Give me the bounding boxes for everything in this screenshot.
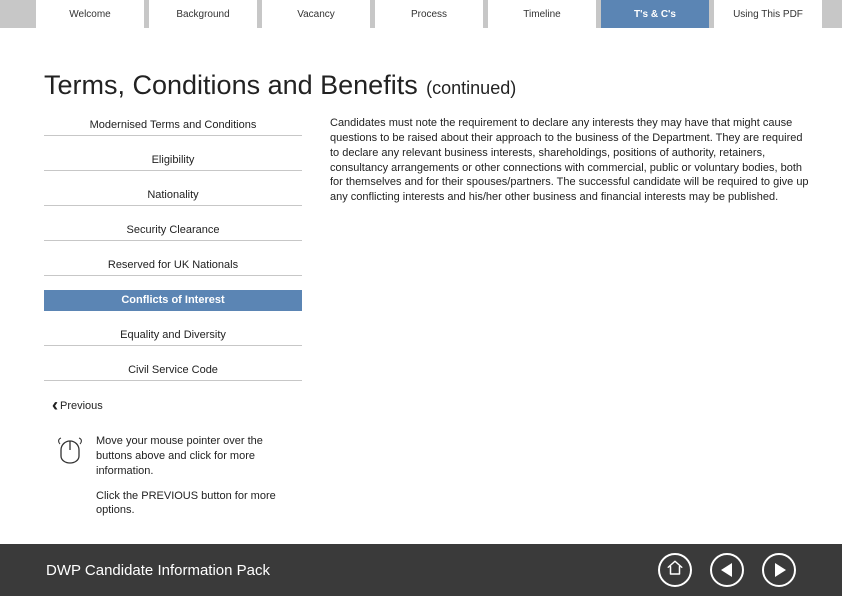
page-title-suffix: (continued) <box>426 78 516 98</box>
sidebar-item-label: Nationality <box>147 189 198 201</box>
content-row: Modernised Terms and Conditions Eligibil… <box>44 115 812 518</box>
tab-using-this-pdf[interactable]: Using This PDF <box>714 0 822 28</box>
footer-bar: DWP Candidate Information Pack <box>0 544 842 596</box>
sidebar-item-label: Reserved for UK Nationals <box>108 259 238 271</box>
sidebar-item-label: Security Clearance <box>127 224 220 236</box>
previous-button[interactable]: ‹‹ Previous <box>52 395 302 416</box>
sidebar-item-nationality[interactable]: Nationality <box>44 185 302 206</box>
tab-label: Welcome <box>69 9 111 20</box>
sidebar-item-equality-diversity[interactable]: Equality and Diversity <box>44 325 302 346</box>
previous-label: Previous <box>60 400 103 412</box>
tab-process[interactable]: Process <box>375 0 483 28</box>
sidebar-item-eligibility[interactable]: Eligibility <box>44 150 302 171</box>
sidebar-item-conflicts-of-interest[interactable]: Conflicts of Interest <box>44 290 302 311</box>
footer-title: DWP Candidate Information Pack <box>46 562 270 579</box>
prev-page-button[interactable] <box>710 553 744 587</box>
tab-label: Background <box>176 9 229 20</box>
sidebar-item-modernised-terms[interactable]: Modernised Terms and Conditions <box>44 115 302 136</box>
next-page-button[interactable] <box>762 553 796 587</box>
mouse-pointer-icon <box>58 436 82 469</box>
sidebar-item-label: Eligibility <box>152 154 195 166</box>
arrow-right-icon <box>775 563 786 577</box>
tab-label: T's & C's <box>634 9 676 20</box>
sidebar-item-label: Modernised Terms and Conditions <box>90 119 257 131</box>
sidebar-item-label: Conflicts of Interest <box>121 294 224 306</box>
tab-label: Process <box>411 9 447 20</box>
tab-background[interactable]: Background <box>149 0 257 28</box>
page-title: Terms, Conditions and Benefits <box>44 70 418 100</box>
tab-label: Vacancy <box>297 9 335 20</box>
hint-text: Move your mouse pointer over the buttons… <box>96 434 288 518</box>
sidebar-item-reserved-uk-nationals[interactable]: Reserved for UK Nationals <box>44 255 302 276</box>
sidebar-item-civil-service-code[interactable]: Civil Service Code <box>44 360 302 381</box>
home-button[interactable] <box>658 553 692 587</box>
hint-line-1: Move your mouse pointer over the buttons… <box>96 434 288 479</box>
page-title-row: Terms, Conditions and Benefits (continue… <box>44 70 812 101</box>
tab-label: Timeline <box>523 9 560 20</box>
hint-block: Move your mouse pointer over the buttons… <box>58 434 288 518</box>
tab-label: Using This PDF <box>733 9 803 20</box>
hint-line-2: Click the PREVIOUS button for more optio… <box>96 489 288 519</box>
sidebar: Modernised Terms and Conditions Eligibil… <box>44 115 302 518</box>
top-tab-bar: Welcome Background Vacancy Process Timel… <box>0 0 842 28</box>
tab-vacancy[interactable]: Vacancy <box>262 0 370 28</box>
body-text: Candidates must note the requirement to … <box>330 115 812 518</box>
tab-welcome[interactable]: Welcome <box>36 0 144 28</box>
arrow-left-icon <box>721 563 732 577</box>
home-icon <box>666 559 684 582</box>
sidebar-item-security-clearance[interactable]: Security Clearance <box>44 220 302 241</box>
footer-nav-icons <box>658 553 796 587</box>
sidebar-item-label: Equality and Diversity <box>120 329 226 341</box>
sidebar-item-label: Civil Service Code <box>128 364 218 376</box>
tab-timeline[interactable]: Timeline <box>488 0 596 28</box>
page-content: Terms, Conditions and Benefits (continue… <box>44 50 812 518</box>
tab-terms-conditions[interactable]: T's & C's <box>601 0 709 28</box>
